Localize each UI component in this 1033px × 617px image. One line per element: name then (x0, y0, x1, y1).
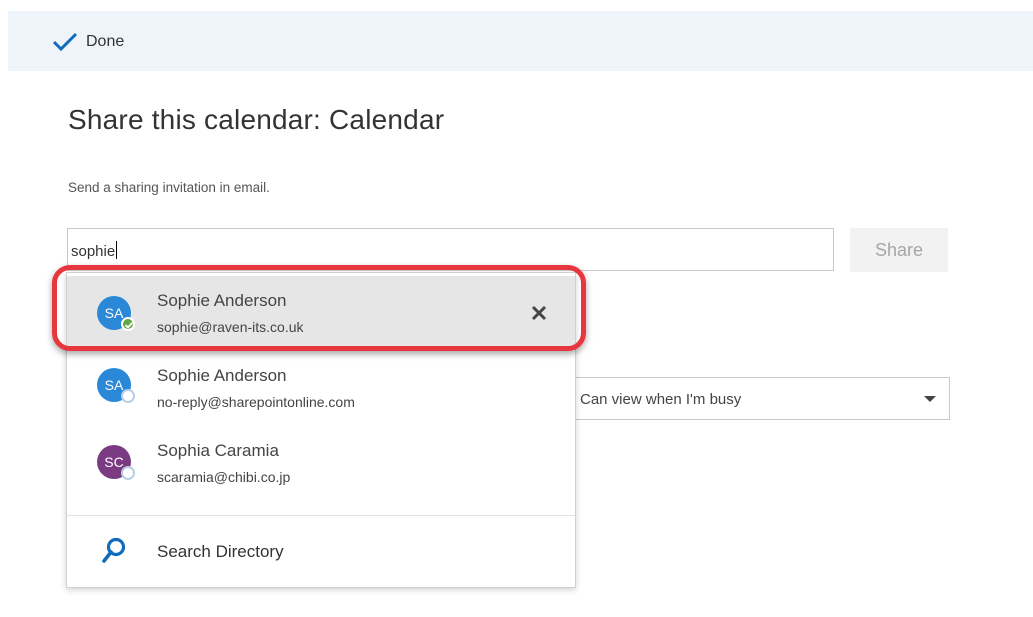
permission-select[interactable]: Can view when I'm busy (570, 377, 950, 420)
command-bar: Done (8, 11, 1033, 71)
recipient-input[interactable]: sophie (67, 228, 834, 271)
avatar-initials: SC (104, 454, 124, 470)
suggestion-email: no-reply@sharepointonline.com (157, 394, 355, 410)
suggestion-name: Sophie Anderson (157, 366, 287, 385)
suggestion-email: scaramia@chibi.co.jp (157, 469, 291, 485)
suggestion-email: sophie@raven-its.co.uk (157, 319, 304, 335)
checkmark-icon (52, 32, 78, 52)
checkmark-icon (124, 321, 134, 329)
page-title: Share this calendar: Calendar (68, 104, 445, 135)
done-button[interactable]: Done (52, 29, 124, 55)
recipient-input-value: sophie (71, 243, 116, 260)
presence-unknown-icon (121, 466, 135, 480)
suggestion-name: Sophie Anderson (157, 291, 287, 310)
avatar-initials: SA (104, 377, 124, 393)
search-directory-label: Search Directory (157, 542, 284, 561)
page-subtitle: Send a sharing invitation in email. (68, 180, 270, 195)
contact-suggestions-dropdown: SA Sophie Anderson sophie@raven-its.co.u… (66, 272, 576, 588)
done-button-label: Done (86, 33, 125, 50)
presence-unknown-icon (121, 389, 135, 403)
close-icon[interactable] (529, 303, 549, 323)
search-directory-button[interactable]: Search Directory (67, 516, 575, 588)
text-caret (116, 241, 118, 259)
suggestion-item[interactable]: SA Sophie Anderson no-reply@sharepointon… (67, 353, 575, 427)
avatar-initials: SA (104, 305, 124, 321)
suggestion-name: Sophia Caramia (157, 441, 279, 460)
presence-available-icon (121, 317, 135, 331)
chevron-down-icon (924, 396, 936, 402)
search-icon (102, 537, 126, 563)
share-button[interactable]: Share (850, 228, 948, 272)
suggestion-item[interactable]: SA Sophie Anderson sophie@raven-its.co.u… (67, 276, 575, 350)
suggestion-item[interactable]: SC Sophia Caramia scaramia@chibi.co.jp (67, 428, 575, 502)
permission-select-value: Can view when I'm busy (580, 391, 742, 408)
